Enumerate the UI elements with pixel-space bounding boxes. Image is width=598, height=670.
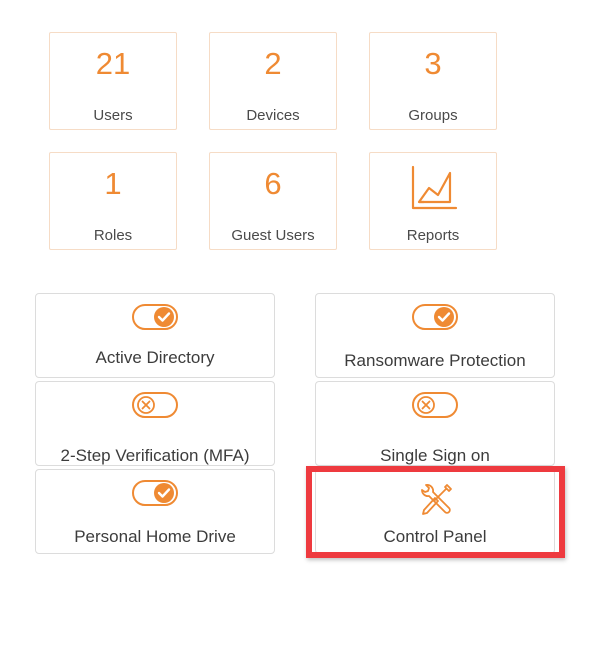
- ransomware-protection-label: Ransomware Protection: [344, 351, 526, 370]
- groups-label: Groups: [408, 107, 458, 124]
- users-count: 21: [95, 46, 131, 81]
- line-chart-icon: [411, 165, 458, 210]
- reports-label: Reports: [406, 227, 460, 244]
- single-sign-on-card[interactable]: Single Sign on: [315, 381, 555, 466]
- guest-users-tile[interactable]: 6 Guest Users: [209, 152, 337, 250]
- toggle-on-icon[interactable]: [132, 304, 178, 330]
- guest-users-label: Guest Users: [231, 227, 315, 244]
- two-step-verification-card[interactable]: 2-Step Verification (MFA): [35, 381, 275, 466]
- roles-tile[interactable]: 1 Roles: [49, 152, 177, 250]
- groups-count: 3: [424, 46, 442, 81]
- devices-tile[interactable]: 2 Devices: [209, 32, 337, 130]
- toggle-off-icon[interactable]: [412, 392, 458, 418]
- personal-home-drive-card[interactable]: Personal Home Drive: [35, 469, 275, 554]
- toggle-on-icon[interactable]: [132, 480, 178, 506]
- reports-tile[interactable]: Reports: [369, 152, 497, 250]
- groups-tile[interactable]: 3 Groups: [369, 32, 497, 130]
- active-directory-label: Active Directory: [95, 348, 215, 367]
- personal-home-drive-label: Personal Home Drive: [74, 527, 236, 546]
- users-label: Users: [93, 107, 133, 124]
- devices-label: Devices: [246, 107, 300, 124]
- single-sign-on-label: Single Sign on: [380, 446, 490, 465]
- highlight-frame: [306, 466, 565, 558]
- two-step-verification-label: 2-Step Verification (MFA): [60, 446, 250, 465]
- toggle-on-icon[interactable]: [412, 304, 458, 330]
- roles-count: 1: [104, 166, 122, 201]
- toggle-off-icon[interactable]: [132, 392, 178, 418]
- active-directory-card[interactable]: Active Directory: [35, 293, 275, 378]
- users-tile[interactable]: 21 Users: [49, 32, 177, 130]
- roles-label: Roles: [93, 227, 133, 244]
- guest-users-count: 6: [264, 166, 282, 201]
- devices-count: 2: [264, 46, 282, 81]
- ransomware-protection-card[interactable]: Ransomware Protection: [315, 293, 555, 378]
